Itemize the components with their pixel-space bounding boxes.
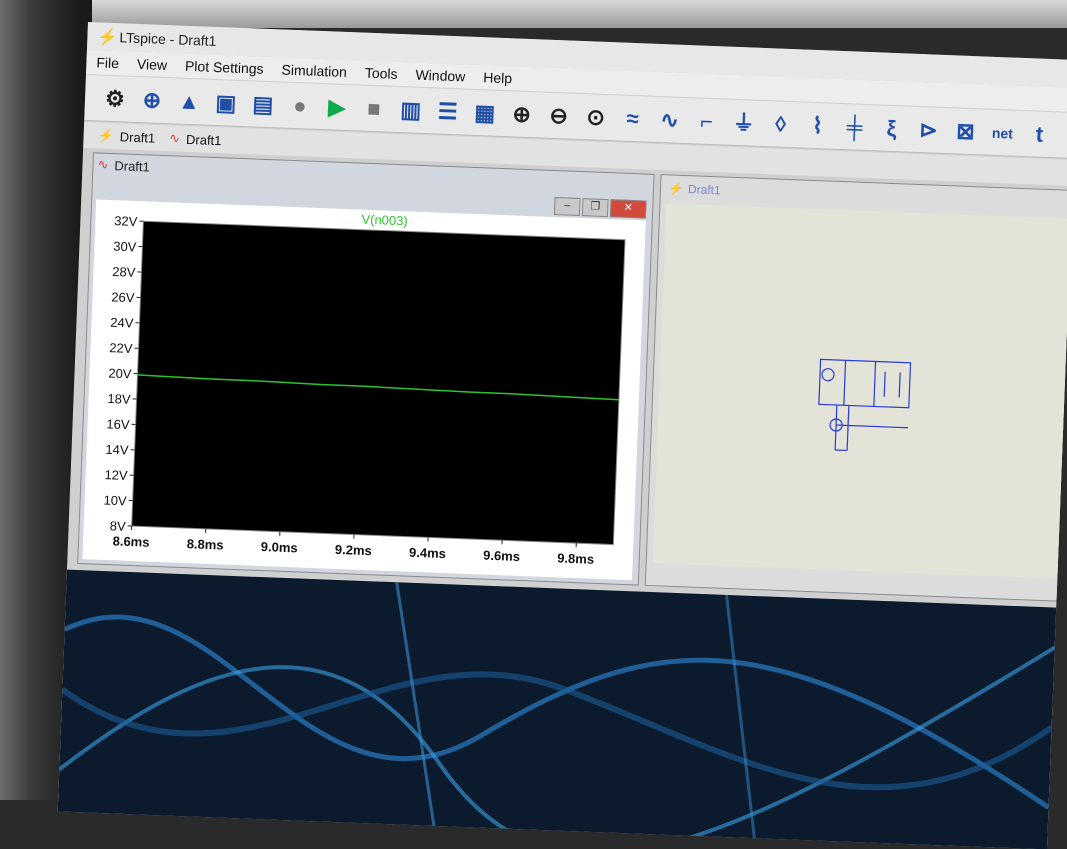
tile-horizontal-icon[interactable]: ☰	[433, 97, 462, 126]
resistor-icon[interactable]: ⌇	[803, 111, 832, 140]
print-icon[interactable]: ▤	[248, 90, 277, 119]
capacitor-icon[interactable]: ╪	[840, 112, 869, 141]
plot-area[interactable]: V(n003) 32V 30V 28V 26V 24V 22V 20V 18V 16V 14V 12V…	[82, 199, 645, 580]
schematic-window-title: ⚡ Draft1	[669, 181, 721, 197]
menu-window[interactable]: Window	[415, 67, 465, 85]
menu-plot-settings[interactable]: Plot Settings	[185, 58, 264, 77]
label-icon[interactable]: ◊	[766, 110, 795, 139]
text-icon[interactable]: t	[1025, 120, 1054, 149]
restore-icon[interactable]: ❐	[582, 198, 609, 217]
y-tick-label: 16V	[106, 416, 130, 432]
wallpaper-waves	[58, 570, 1057, 849]
run-icon[interactable]: ▶	[322, 93, 351, 122]
y-tick-label: 14V	[105, 442, 129, 458]
menu-file[interactable]: File	[96, 54, 119, 71]
schematic-window: ⚡ Draft1	[645, 174, 1067, 602]
y-tick-label: 12V	[104, 467, 128, 483]
waveform-chart[interactable]: V(n003) 32V 30V 28V 26V 24V 22V 20V 18V 16V 14V 12V…	[82, 199, 645, 580]
save-icon[interactable]: ▣	[211, 88, 240, 117]
autorange-icon[interactable]: ≈	[618, 104, 647, 133]
menu-help[interactable]: Help	[483, 69, 512, 86]
new-schematic-icon[interactable]: ⊕	[138, 85, 167, 114]
waveform-icon: ∿	[169, 130, 181, 146]
y-tick-label: 8V	[109, 518, 126, 534]
stop-icon[interactable]: ■	[359, 94, 388, 123]
plot-background	[132, 221, 625, 544]
zoom-in-icon[interactable]: ⊕	[507, 100, 536, 129]
tab-waveform[interactable]: ∿ Draft1	[169, 130, 222, 148]
screen: ⚡ LTspice - Draft1 File View Plot Settin…	[58, 22, 1067, 849]
x-tick-label: 9.4ms	[409, 545, 446, 561]
diode-icon[interactable]: ⊳	[914, 115, 943, 144]
schematic-canvas[interactable]	[653, 203, 1067, 578]
tab-schematic[interactable]: ⚡ Draft1	[97, 127, 155, 145]
y-tick-label: 20V	[108, 366, 132, 382]
plot-window: ∿ Draft1 – ❐ ✕ V(n003) 32V 30V 28V 26V 24V 22V…	[77, 152, 654, 585]
component-icon[interactable]: ⊠	[951, 117, 980, 146]
menu-view[interactable]: View	[137, 56, 168, 73]
x-tick-label: 9.0ms	[261, 539, 298, 555]
ltspice-logo-icon: ⚡	[97, 27, 118, 48]
ground-icon[interactable]: ⏚	[729, 108, 758, 137]
y-tick-label: 22V	[109, 340, 133, 356]
netlist-icon[interactable]: net	[988, 118, 1017, 147]
y-tick-label: 10V	[103, 493, 127, 509]
menu-tools[interactable]: Tools	[365, 65, 398, 82]
y-tick-label: 32V	[114, 213, 138, 229]
tab-label: Draft1	[120, 129, 156, 145]
x-tick-label: 9.6ms	[483, 548, 520, 564]
schematic-window-title-text: Draft1	[688, 182, 721, 197]
x-tick-label: 9.2ms	[335, 542, 372, 558]
tab-label: Draft1	[186, 131, 222, 147]
minimize-icon[interactable]: –	[554, 197, 581, 216]
chart-title: V(n003)	[361, 212, 408, 229]
x-tick-label: 9.8ms	[557, 550, 594, 566]
tile-vertical-icon[interactable]: ▥	[396, 95, 425, 124]
desktop-wallpaper	[58, 570, 1057, 849]
waveform-icon: ∿	[97, 156, 109, 172]
window-buttons: – ❐ ✕	[554, 197, 647, 219]
plot-window-title-text: Draft1	[114, 158, 150, 174]
schematic-icon: ⚡	[97, 127, 114, 144]
cascade-icon[interactable]: ▦	[470, 98, 499, 127]
x-tick-label: 8.8ms	[186, 536, 223, 552]
menu-simulation[interactable]: Simulation	[281, 61, 347, 79]
halt-icon[interactable]: ●	[285, 91, 314, 120]
zoom-fit-icon[interactable]: ⊙	[581, 103, 610, 132]
inductor-icon[interactable]: ξ	[877, 114, 906, 143]
y-tick-label: 30V	[113, 239, 137, 255]
circuit-schematic	[653, 203, 1067, 578]
close-icon[interactable]: ✕	[610, 199, 647, 218]
app-title: LTspice - Draft1	[119, 29, 217, 49]
schematic-icon: ⚡	[669, 181, 684, 196]
y-tick-label: 28V	[112, 264, 136, 280]
plot-window-title: ∿ Draft1	[97, 156, 150, 174]
y-tick-label: 18V	[107, 391, 131, 407]
y-tick-label: 26V	[111, 289, 135, 305]
waveform-icon[interactable]: ∿	[655, 105, 684, 134]
y-tick-label: 24V	[110, 315, 134, 331]
open-icon[interactable]: ▲	[174, 87, 203, 116]
wire-icon[interactable]: ⌐	[692, 107, 721, 136]
x-tick-label: 8.6ms	[112, 533, 149, 549]
gear-icon[interactable]: ⚙	[101, 84, 130, 113]
zoom-out-icon[interactable]: ⊖	[544, 101, 573, 130]
